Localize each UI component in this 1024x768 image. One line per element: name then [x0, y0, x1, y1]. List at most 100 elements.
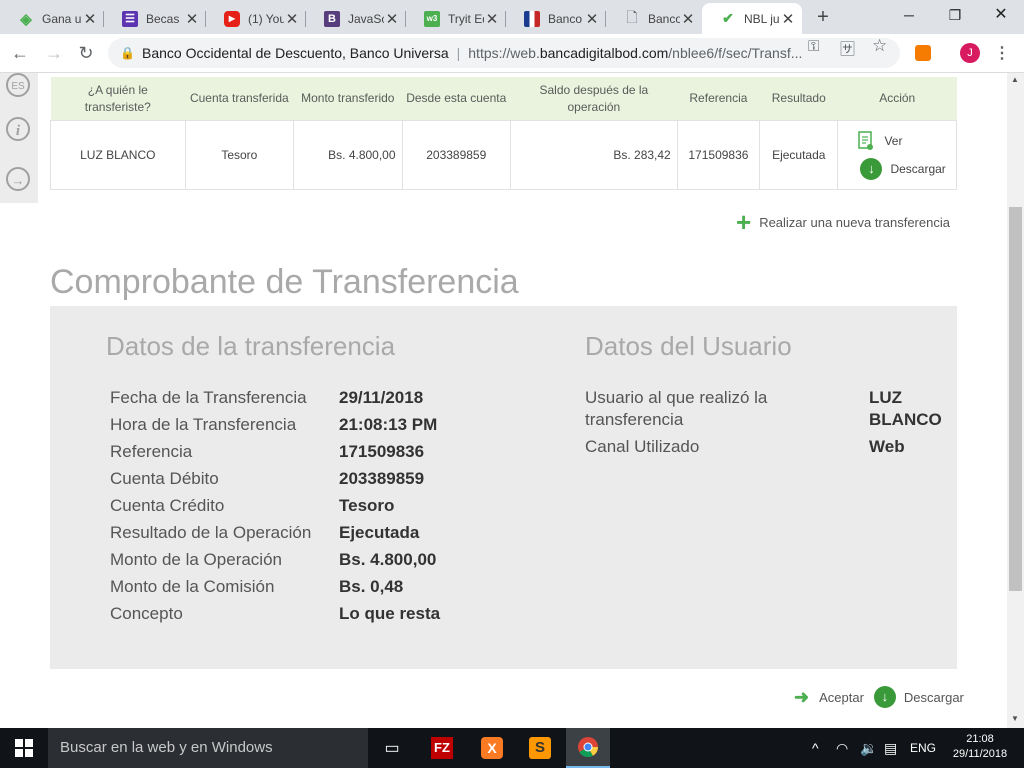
- tab-3[interactable]: ▶ (1) You ✕: [206, 3, 306, 34]
- download-button[interactable]: Descargar: [904, 690, 964, 705]
- profile-avatar[interactable]: J: [960, 43, 980, 63]
- forward-icon[interactable]: →: [42, 41, 66, 65]
- tab-6[interactable]: Banco ✕: [506, 3, 606, 34]
- volume-icon[interactable]: 🔉: [860, 728, 877, 768]
- chrome-icon[interactable]: [566, 728, 610, 768]
- chevron-up-icon[interactable]: ^: [812, 728, 819, 768]
- result-cell: Ejecutada: [759, 120, 839, 190]
- transfer-section-title: Datos de la transferencia: [106, 331, 396, 361]
- arrow-right-icon: ➜: [794, 686, 810, 707]
- address-bar[interactable]: 🔒 Banco Occidental de Descuento, Banco U…: [108, 38, 900, 68]
- tab-7[interactable]: 🗋 Banco ✕: [606, 3, 702, 34]
- new-transfer-link[interactable]: + Realizar una nueva transferencia: [736, 207, 950, 237]
- tab-title: Banco: [648, 11, 680, 26]
- menu-icon[interactable]: ⋮: [994, 43, 1010, 63]
- minimize-icon[interactable]: ─: [886, 0, 932, 30]
- tab-2[interactable]: ☰ Becas ✕: [104, 3, 206, 34]
- field-value: 21:08:13 PM: [339, 415, 438, 434]
- close-icon[interactable]: ✕: [284, 10, 300, 28]
- column-header: Desde esta cuenta: [402, 77, 511, 121]
- notification-icon[interactable]: ▤: [884, 728, 897, 768]
- close-icon[interactable]: ✕: [680, 10, 696, 28]
- field-value: Ejecutada: [339, 523, 420, 542]
- new-transfer-label: Realizar una nueva transferencia: [759, 214, 950, 230]
- field-label: Hora de la Transferencia: [110, 415, 297, 434]
- field-label: Concepto: [110, 604, 183, 623]
- download-link[interactable]: ↓ Descargar: [844, 155, 950, 183]
- info-icon[interactable]: i: [6, 117, 30, 141]
- transfer-table: ¿A quién le transferiste? Cuenta transfe…: [50, 77, 957, 190]
- close-window-icon[interactable]: ✕: [978, 0, 1024, 30]
- filezilla-icon[interactable]: FZ: [426, 732, 458, 764]
- scroll-down-icon[interactable]: ▼: [1011, 714, 1019, 723]
- close-icon[interactable]: ✕: [82, 10, 98, 28]
- key-icon[interactable]: ⚿: [808, 38, 819, 55]
- field-label: Referencia: [110, 442, 193, 461]
- receipt-panel: Datos de la transferencia Datos del Usua…: [50, 306, 957, 669]
- logout-icon[interactable]: →: [6, 167, 30, 191]
- tab-1[interactable]: ◈ Gana u ✕: [0, 3, 104, 34]
- close-icon[interactable]: ✕: [484, 10, 500, 28]
- list-icon: ☰: [122, 10, 138, 27]
- view-link[interactable]: Ver: [844, 127, 950, 155]
- tab-5[interactable]: w3 Tryit Ed ✕: [406, 3, 506, 34]
- table-row: LUZ BLANCO Tesoro Bs. 4.800,00 203389859…: [50, 120, 957, 190]
- reload-icon[interactable]: ↻: [74, 41, 98, 65]
- language-icon[interactable]: ES: [6, 73, 30, 97]
- translate-icon[interactable]: 🈂: [840, 38, 855, 59]
- restore-icon[interactable]: ❐: [932, 0, 978, 30]
- field-label: Monto de la Comisión: [110, 577, 275, 596]
- star-icon[interactable]: ☆: [872, 36, 887, 56]
- back-icon[interactable]: ←: [8, 41, 32, 65]
- field-value: 171509836: [339, 442, 425, 461]
- tab-active[interactable]: ✔ NBL ju ✕: [702, 3, 802, 34]
- start-button[interactable]: [0, 728, 48, 768]
- url-text: https://web.bancadigitalbod.com/nblee6/f…: [468, 45, 803, 61]
- tab-strip: ◈ Gana u ✕ ☰ Becas ✕ ▶ (1) You ✕ B JavaS…: [0, 0, 1024, 34]
- scroll-thumb[interactable]: [1009, 207, 1022, 591]
- extension-icon[interactable]: [915, 45, 931, 61]
- field-value: 203389859: [339, 469, 425, 488]
- task-view-icon[interactable]: ▭: [376, 732, 408, 764]
- scrollbar[interactable]: ▲ ▼: [1007, 73, 1024, 728]
- wifi-icon[interactable]: ◠: [836, 728, 848, 768]
- field-label: Monto de la Operación: [110, 550, 282, 569]
- plus-icon: +: [736, 207, 752, 237]
- user-field-label: Canal Utilizado: [585, 437, 700, 456]
- taskbar: Buscar en la web y en Windows ▭ FZ X S ^…: [0, 728, 1024, 768]
- field-value: 29/11/2018: [339, 388, 424, 407]
- scroll-up-icon[interactable]: ▲: [1011, 75, 1019, 84]
- taskbar-search[interactable]: Buscar en la web y en Windows: [48, 728, 368, 768]
- close-icon[interactable]: ✕: [384, 10, 400, 28]
- clock-date: 29/11/2018: [952, 748, 1008, 760]
- field-label: Resultado de la Operación: [110, 523, 312, 542]
- accept-button[interactable]: Aceptar: [819, 690, 864, 705]
- tab-title: (1) You: [248, 11, 284, 26]
- xampp-icon[interactable]: X: [476, 732, 508, 764]
- sublime-icon[interactable]: S: [524, 732, 556, 764]
- tab-title: Tryit Ed: [448, 11, 484, 26]
- download-label: Descargar: [890, 162, 946, 176]
- tab-4[interactable]: B JavaSc ✕: [306, 3, 406, 34]
- user-field-value: LUZ: [869, 388, 903, 407]
- field-label: Fecha de la Transferencia: [110, 388, 307, 407]
- table-header-row: ¿A quién le transferiste? Cuenta transfe…: [50, 77, 957, 121]
- new-tab-button[interactable]: +: [812, 6, 834, 28]
- field-value: Lo que resta: [339, 604, 441, 623]
- tab-title: JavaSc: [348, 11, 384, 26]
- close-icon[interactable]: ✕: [584, 10, 600, 28]
- action-cell: Ver ↓ Descargar: [837, 120, 957, 190]
- user-field-label: Usuario al que realizó la: [585, 388, 768, 407]
- clock[interactable]: 21:08 29/11/2018: [944, 732, 1016, 762]
- user-section-title: Datos del Usuario: [585, 331, 792, 361]
- language-indicator[interactable]: ENG: [910, 728, 936, 768]
- column-header: ¿A quién le transferiste?: [50, 77, 186, 121]
- lock-icon: 🔒: [120, 46, 135, 60]
- left-sidebar: ES i →: [0, 73, 38, 203]
- tab-title: Gana u: [42, 11, 82, 26]
- close-icon[interactable]: ✕: [780, 10, 796, 28]
- close-icon[interactable]: ✕: [184, 10, 200, 28]
- field-label: Cuenta Débito: [110, 469, 219, 488]
- field-value: Bs. 0,48: [339, 577, 404, 596]
- column-header: Cuenta transferida: [185, 77, 294, 121]
